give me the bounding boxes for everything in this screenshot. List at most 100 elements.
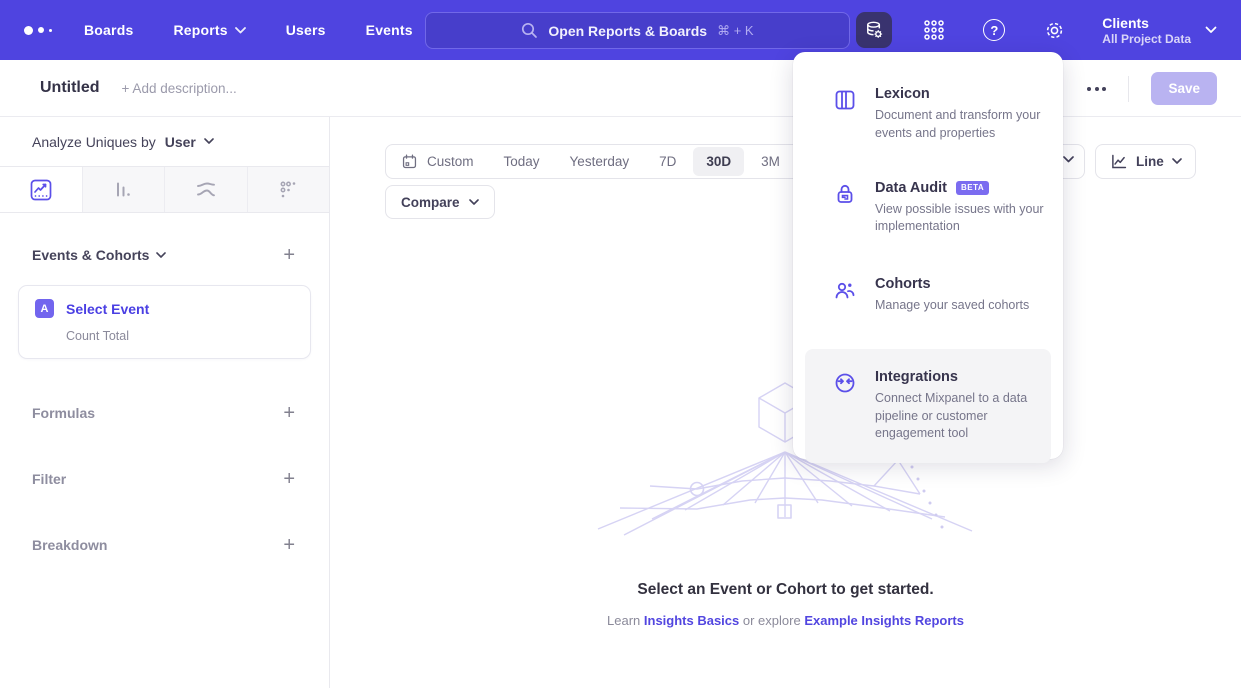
add-formula-button[interactable]: + (283, 403, 295, 423)
date-range-label: Custom (427, 154, 474, 169)
subtitle-text: or explore (739, 613, 804, 628)
chevron-down-icon (204, 138, 214, 145)
date-range-30d[interactable]: 30D (693, 147, 744, 176)
nav-item-label: Reports (173, 22, 227, 38)
nav-item-reports[interactable]: Reports (173, 22, 245, 38)
date-range-3m[interactable]: 3M (746, 145, 795, 178)
menu-item-description: Document and transform your events and p… (875, 107, 1063, 143)
global-search-input[interactable]: Open Reports & Boards ⌘ + K (425, 12, 850, 49)
lexicon-icon (833, 86, 857, 143)
menu-item-integrations[interactable]: Integrations Connect Mixpanel to a data … (805, 349, 1051, 463)
nav-menu: Boards Reports Users Events (84, 22, 413, 38)
menu-item-description: View possible issues with your implement… (875, 201, 1063, 237)
cohorts-icon (833, 276, 857, 315)
analyze-value: User (165, 134, 196, 150)
compare-label: Compare (401, 195, 460, 210)
beta-badge: BETA (956, 181, 989, 195)
menu-item-title: Data Audit (875, 180, 947, 196)
menu-item-data-audit[interactable]: Data Audit BETA View possible issues wit… (793, 180, 1063, 237)
breakdown-label: Breakdown (32, 537, 107, 553)
events-cohorts-header: Events & Cohorts + (0, 245, 329, 265)
interval-dropdown-chevron-icon[interactable] (1063, 156, 1074, 163)
chart-type-tabs (0, 166, 329, 213)
chevron-down-icon (1205, 26, 1217, 34)
menu-item-title: Lexicon (875, 86, 930, 102)
nav-item-label: Boards (84, 22, 133, 38)
nav-item-boards[interactable]: Boards (84, 22, 133, 38)
mixpanel-logo-icon[interactable] (24, 26, 68, 35)
chevron-down-icon (1172, 158, 1182, 165)
apps-grid-button[interactable] (916, 12, 952, 48)
dots-grid-tab-icon (277, 179, 299, 201)
date-range-yesterday[interactable]: Yesterday (555, 145, 645, 178)
select-event-label[interactable]: Select Event (66, 301, 149, 317)
chevron-down-icon (235, 27, 246, 34)
nav-right-controls: ? Clients All Project Data (856, 0, 1217, 60)
flow-tab-icon (194, 178, 218, 202)
subtitle-text: Learn (607, 613, 644, 628)
tab-metrics-grid[interactable] (248, 167, 330, 212)
menu-item-lexicon[interactable]: Lexicon Document and transform your even… (793, 86, 1063, 143)
menu-item-title: Integrations (875, 369, 958, 385)
divider (1128, 76, 1129, 102)
chevron-down-icon (156, 252, 166, 259)
events-cohorts-label: Events & Cohorts (32, 247, 149, 263)
project-selector[interactable]: Clients All Project Data (1102, 14, 1217, 46)
tab-flow[interactable] (165, 167, 248, 212)
add-filter-button[interactable]: + (283, 469, 295, 489)
integrations-icon (833, 369, 857, 443)
line-chart-tab-icon (30, 179, 52, 201)
database-gear-icon (863, 19, 885, 41)
chevron-down-icon (469, 199, 479, 206)
chart-type-label: Line (1136, 154, 1164, 169)
search-shortcut: ⌘ + K (717, 23, 754, 39)
help-button[interactable]: ? (976, 12, 1012, 48)
add-description-field[interactable]: + Add description... (122, 81, 237, 96)
menu-item-cohorts[interactable]: Cohorts Manage your saved cohorts (793, 276, 1063, 315)
more-options-icon[interactable] (1087, 87, 1106, 91)
add-breakdown-button[interactable]: + (283, 535, 295, 555)
data-management-button[interactable] (856, 12, 892, 48)
compare-button[interactable]: Compare (385, 185, 495, 219)
project-scope: All Project Data (1102, 32, 1191, 46)
report-actions: Save (1043, 60, 1217, 117)
settings-button[interactable] (1036, 12, 1072, 48)
report-canvas: Custom Today Yesterday 7D 30D 3M 6M Comp… (330, 117, 1241, 688)
tab-bar-chart[interactable] (83, 167, 166, 212)
filter-section: Filter + (0, 469, 329, 489)
tab-insights-line[interactable] (0, 167, 83, 212)
empty-state-subtitle: Learn Insights Basics or explore Example… (330, 613, 1241, 628)
add-event-button[interactable]: + (283, 245, 295, 265)
line-chart-icon (1109, 152, 1128, 171)
data-management-dropdown: Lexicon Document and transform your even… (793, 52, 1063, 459)
chart-type-selector[interactable]: Line (1095, 144, 1196, 179)
event-letter-badge: A (35, 299, 54, 318)
date-range-7d[interactable]: 7D (644, 145, 691, 178)
query-builder-sidebar: Analyze Uniques by User (0, 117, 330, 688)
save-button[interactable]: Save (1151, 72, 1217, 105)
date-range-today[interactable]: Today (489, 145, 555, 178)
event-card[interactable]: A Select Event Count Total (18, 285, 311, 359)
calendar-icon (401, 153, 418, 170)
nav-item-label: Users (286, 22, 326, 38)
count-total-label[interactable]: Count Total (66, 329, 296, 343)
example-reports-link[interactable]: Example Insights Reports (804, 613, 964, 628)
search-placeholder: Open Reports & Boards (548, 23, 707, 39)
breakdown-section: Breakdown + (0, 535, 329, 555)
date-range-custom[interactable]: Custom (386, 145, 489, 178)
menu-item-title: Cohorts (875, 276, 931, 292)
nav-item-events[interactable]: Events (366, 22, 413, 38)
data-audit-icon (833, 180, 857, 237)
analyze-by-row[interactable]: Analyze Uniques by User (0, 117, 329, 166)
search-icon (521, 22, 538, 39)
gear-icon (1043, 19, 1066, 42)
top-nav: Boards Reports Users Events Open Reports… (0, 0, 1241, 60)
report-title[interactable]: Untitled (40, 79, 100, 97)
filter-label: Filter (32, 471, 66, 487)
question-icon: ? (983, 19, 1005, 41)
formulas-section: Formulas + (0, 403, 329, 423)
nav-item-users[interactable]: Users (286, 22, 326, 38)
insights-basics-link[interactable]: Insights Basics (644, 613, 739, 628)
menu-item-description: Connect Mixpanel to a data pipeline or c… (875, 390, 1051, 443)
events-cohorts-toggle[interactable]: Events & Cohorts (32, 247, 166, 263)
